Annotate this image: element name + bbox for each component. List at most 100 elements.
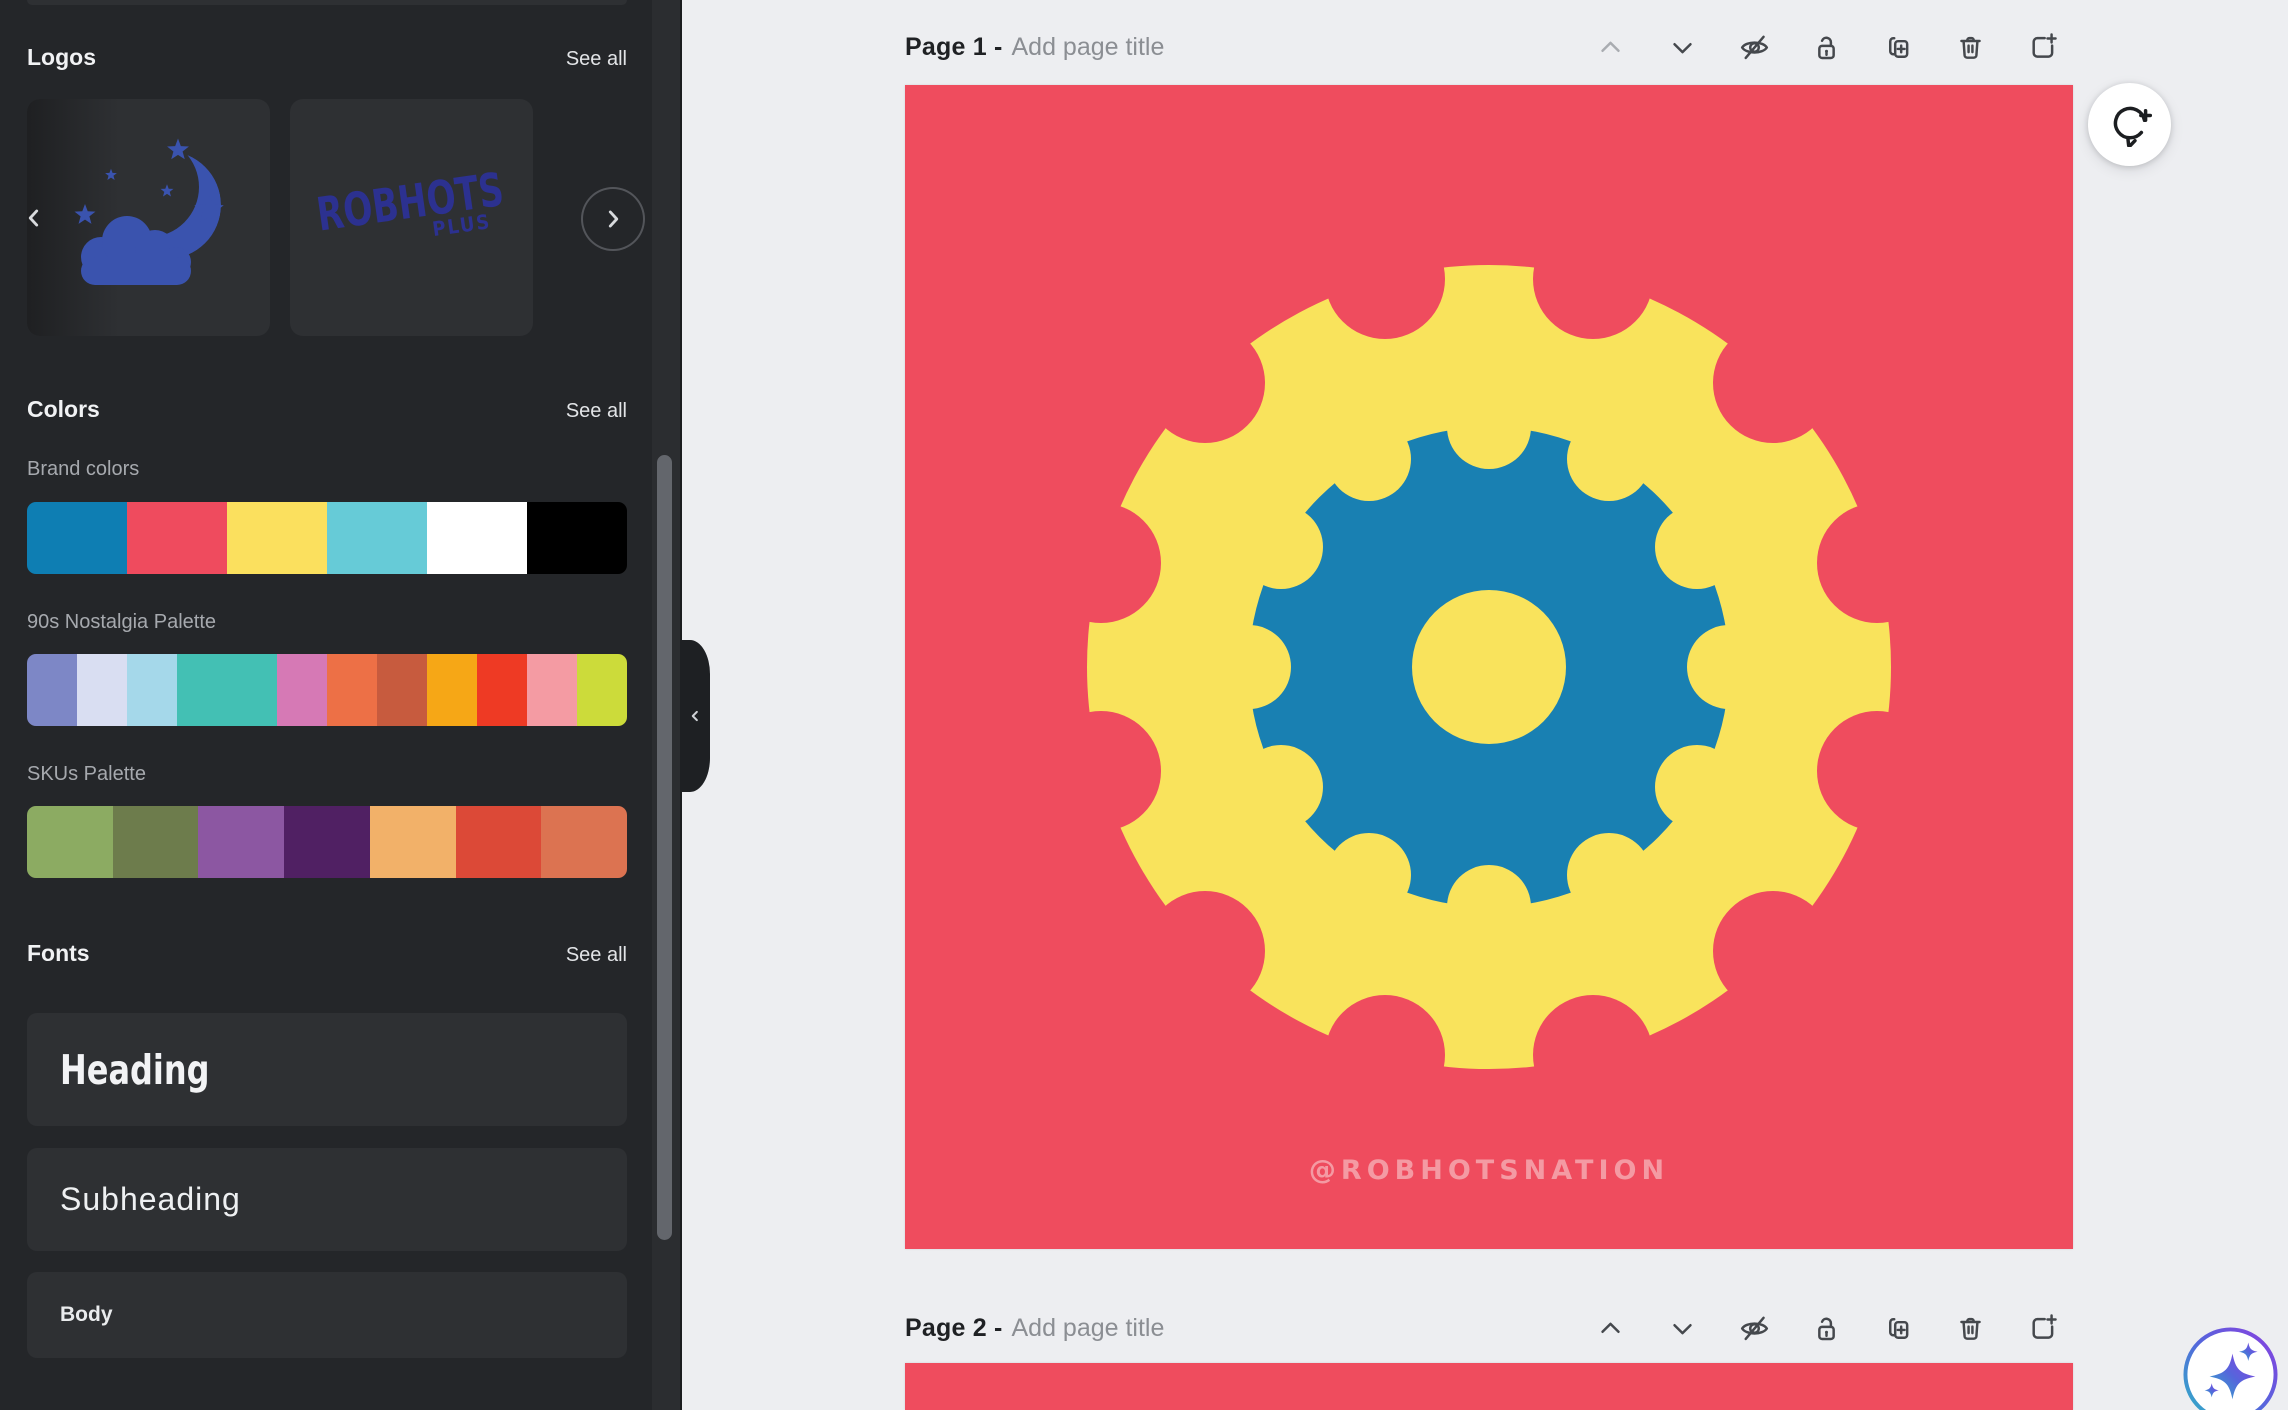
unlock-icon — [1810, 1312, 1843, 1345]
sidebar-scrollbar-track[interactable] — [652, 0, 682, 1410]
logos-section-header: Logos See all — [27, 44, 627, 71]
color-swatch[interactable] — [177, 654, 277, 726]
color-swatch[interactable] — [477, 654, 527, 726]
color-swatch[interactable] — [377, 654, 427, 726]
skus-palette[interactable] — [27, 806, 627, 878]
color-swatch[interactable] — [370, 806, 456, 878]
heading-sample-text: Heading — [60, 1046, 210, 1094]
color-swatch[interactable] — [77, 654, 127, 726]
colors-title: Colors — [27, 396, 100, 423]
add-page-icon — [2026, 31, 2059, 64]
delete-page-button[interactable] — [1953, 30, 1988, 65]
color-swatch[interactable] — [27, 806, 113, 878]
watermark-text: @ROBHOTSNATION — [1309, 1155, 1669, 1186]
color-swatch[interactable] — [456, 806, 542, 878]
logo-thumbnail-robhots[interactable]: ROBHOTS PLUS — [290, 99, 533, 336]
font-sample-body[interactable]: Body — [27, 1272, 627, 1358]
color-swatch[interactable] — [427, 654, 477, 726]
color-swatch[interactable] — [541, 806, 627, 878]
unlock-page-button[interactable] — [1809, 1311, 1844, 1346]
unlock-page-button[interactable] — [1809, 30, 1844, 65]
color-swatch[interactable] — [527, 654, 577, 726]
page2-canvas[interactable] — [905, 1363, 2073, 1410]
page1-toolbar — [1593, 28, 2060, 66]
page1-header: Page 1 - Add page title — [905, 28, 1164, 66]
chevron-left-icon — [21, 205, 47, 231]
color-swatch[interactable] — [113, 806, 199, 878]
gear-hub-circle[interactable] — [1412, 590, 1566, 744]
hide-page-button[interactable] — [1737, 1311, 1772, 1346]
page2-label: Page 2 - — [905, 1314, 1002, 1343]
add-page-icon — [2026, 1312, 2059, 1345]
colors-section-header: Colors See all — [27, 396, 627, 423]
font-sample-subheading[interactable]: Subheading — [27, 1148, 627, 1251]
chevron-down-icon — [1666, 1312, 1699, 1345]
move-page-up-button[interactable] — [1593, 1311, 1628, 1346]
robhots-wordmark: ROBHOTS PLUS — [290, 160, 533, 260]
add-comment-button[interactable] — [2088, 83, 2171, 166]
sidebar-scrollbar-thumb[interactable] — [657, 455, 672, 1240]
duplicate-icon — [1882, 31, 1915, 64]
palette-name-90s: 90s Nostalgia Palette — [27, 611, 216, 634]
color-swatch[interactable] — [577, 654, 627, 726]
logos-see-all-link[interactable]: See all — [566, 48, 627, 71]
chevron-down-icon — [1666, 31, 1699, 64]
comment-plus-icon — [2108, 103, 2152, 147]
color-swatch[interactable] — [198, 806, 284, 878]
page1-title-input[interactable]: Add page title — [1011, 33, 1164, 62]
unlock-icon — [1810, 31, 1843, 64]
font-sample-heading[interactable]: Heading — [27, 1013, 627, 1126]
color-swatch[interactable] — [284, 806, 370, 878]
color-swatch[interactable] — [327, 502, 427, 574]
chevron-up-icon — [1594, 31, 1627, 64]
brand-kit-sidebar: Logos See all — [0, 0, 682, 1410]
add-page-button[interactable] — [2025, 1311, 2060, 1346]
move-page-up-button[interactable] — [1593, 30, 1628, 65]
color-swatch[interactable] — [427, 502, 527, 574]
subheading-sample-text: Subheading — [60, 1181, 241, 1218]
page2-header: Page 2 - Add page title — [905, 1309, 1164, 1347]
color-swatch[interactable] — [27, 654, 77, 726]
page1-label: Page 1 - — [905, 33, 1002, 62]
chevron-left-icon — [686, 707, 704, 725]
chevron-up-icon — [1594, 1312, 1627, 1345]
page1-canvas[interactable]: @ROBHOTSNATION — [905, 85, 2073, 1249]
color-swatch[interactable] — [127, 502, 227, 574]
trash-icon — [1954, 1312, 1987, 1345]
fonts-section-header: Fonts See all — [27, 940, 627, 967]
color-swatch[interactable] — [277, 654, 327, 726]
palette-name-brand: Brand colors — [27, 458, 139, 481]
add-page-button[interactable] — [2025, 30, 2060, 65]
color-swatch[interactable] — [27, 502, 127, 574]
move-page-down-button[interactable] — [1665, 1311, 1700, 1346]
fonts-see-all-link[interactable]: See all — [566, 944, 627, 967]
canva-ai-button[interactable] — [2181, 1325, 2280, 1410]
logos-title: Logos — [27, 44, 96, 71]
page2-toolbar — [1593, 1309, 2060, 1347]
duplicate-page-button[interactable] — [1881, 1311, 1916, 1346]
body-sample-text: Body — [60, 1303, 113, 1327]
hide-page-button[interactable] — [1737, 30, 1772, 65]
color-swatch[interactable] — [227, 502, 327, 574]
duplicate-page-button[interactable] — [1881, 30, 1916, 65]
logo-thumbnail-moon[interactable] — [27, 99, 270, 336]
nostalgia-palette[interactable] — [27, 654, 627, 726]
color-swatch[interactable] — [327, 654, 377, 726]
fonts-title: Fonts — [27, 940, 90, 967]
scrolled-card-remnant — [27, 0, 627, 5]
brand-colors-palette[interactable] — [27, 502, 627, 574]
page2-title-input[interactable]: Add page title — [1011, 1314, 1164, 1343]
sparkles-icon — [2181, 1325, 2280, 1410]
color-swatch[interactable] — [527, 502, 627, 574]
delete-page-button[interactable] — [1953, 1311, 1988, 1346]
move-page-down-button[interactable] — [1665, 30, 1700, 65]
logos-carousel-next-button[interactable] — [581, 187, 645, 251]
trash-icon — [1954, 31, 1987, 64]
duplicate-icon — [1882, 1312, 1915, 1345]
moon-stars-logo — [49, 117, 249, 317]
eye-off-icon — [1738, 1312, 1771, 1345]
logos-carousel-prev-button[interactable] — [13, 197, 55, 239]
color-swatch[interactable] — [127, 654, 177, 726]
colors-see-all-link[interactable]: See all — [566, 400, 627, 423]
sidebar-collapse-handle[interactable] — [680, 640, 710, 792]
